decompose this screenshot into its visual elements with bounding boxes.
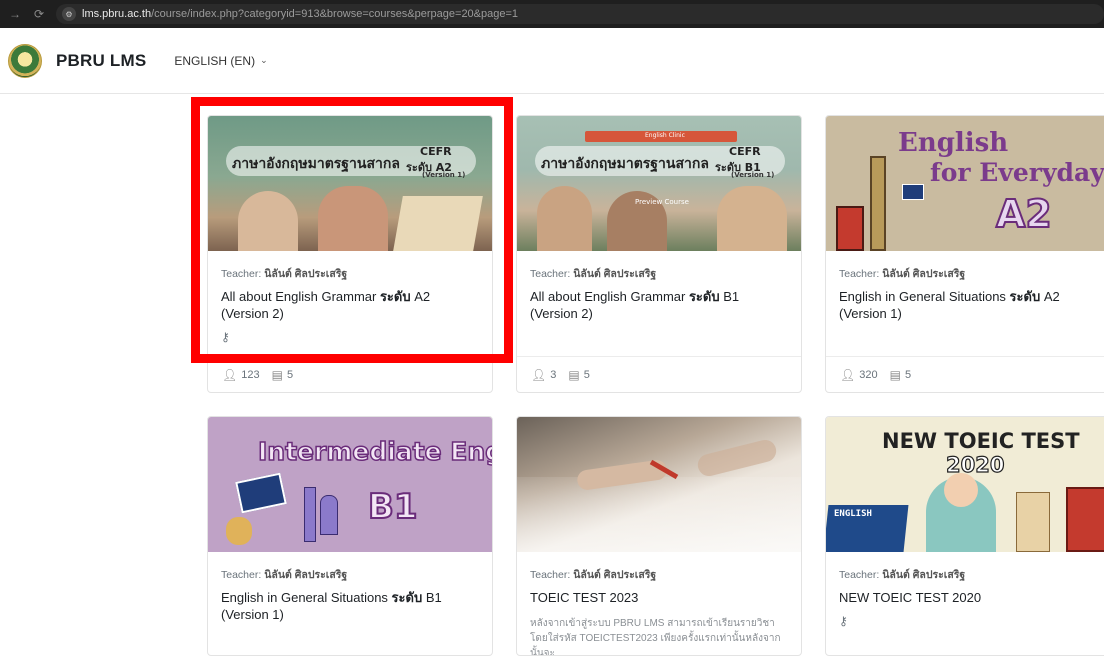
building-illustration — [1016, 492, 1050, 552]
course-title[interactable]: English in General Situations ระดับ B1 (… — [221, 589, 479, 623]
image-line1: English — [898, 128, 1009, 158]
course-stats: 👤︎ 123 ▤ 5 — [208, 356, 492, 392]
course-title[interactable]: TOEIC TEST 2023 — [530, 589, 788, 606]
image-version: (Version 1) — [731, 171, 775, 179]
student-figure — [717, 186, 787, 251]
course-image[interactable]: NEW TOEIC TEST 2020 ENGLISH — [826, 417, 1104, 552]
course-title[interactable]: English in General Situations ระดับ A2 (… — [839, 288, 1101, 322]
image-line3: A2 — [995, 191, 1053, 237]
course-teacher: Teacher: นิลันต์ ศิลประเสริฐ — [839, 268, 966, 280]
image-level: CEFR — [729, 145, 761, 158]
student-count: 123 — [241, 368, 260, 381]
red-bus — [836, 206, 864, 251]
site-brand[interactable]: PBRU LMS — [56, 51, 146, 71]
image-title: ภาษาอังกฤษมาตรฐานสากล — [541, 156, 709, 172]
image-level: CEFR — [420, 145, 452, 158]
course-card[interactable]: English Clinic ภาษาอังกฤษมาตรฐานสากล CEF… — [516, 115, 802, 393]
key-icon: ⚷ — [221, 330, 230, 344]
student-figure — [537, 186, 592, 251]
forum-icon: ▤ — [889, 367, 901, 382]
course-title[interactable]: NEW TOEIC TEST 2020 — [839, 589, 1101, 606]
image-version: (Version 1) — [422, 171, 466, 179]
course-card[interactable]: ภาษาอังกฤษมาตรฐานสากล CEFR ระดับ A2 (Ver… — [207, 115, 493, 393]
course-card[interactable]: English for Everyday Life A2 Teacher: นิ… — [825, 115, 1104, 393]
key-icon: ⚷ — [839, 614, 848, 628]
course-title[interactable]: All about English Grammar ระดับ A2 (Vers… — [221, 288, 479, 322]
course-teacher: Teacher: นิลันต์ ศิลประเสริฐ — [530, 268, 657, 280]
phone-booth — [320, 495, 338, 535]
course-teacher: Teacher: นิลันต์ ศิลประเสริฐ — [530, 569, 657, 581]
forum-icon: ▤ — [568, 367, 580, 382]
course-card[interactable]: NEW TOEIC TEST 2020 ENGLISH Teacher: นิล… — [825, 416, 1104, 656]
student-figure — [318, 186, 388, 251]
image-line2: for Everyday Life — [930, 158, 1104, 187]
university-logo[interactable] — [8, 43, 42, 78]
character-face — [944, 473, 978, 507]
image-title: ภาษาอังกฤษมาตรฐานสากล — [232, 156, 400, 172]
book-label: ENGLISH — [834, 509, 872, 519]
user-icon: 👤︎ — [531, 367, 547, 382]
chevron-down-icon: ⌄ — [260, 55, 268, 65]
hand-illustration — [695, 437, 779, 479]
uk-flag — [235, 472, 287, 514]
language-menu[interactable]: ENGLISH (EN) ⌄ — [174, 54, 267, 68]
student-count: 3 — [550, 368, 557, 381]
course-image[interactable]: ภาษาอังกฤษมาตรฐานสากล CEFR ระดับ A2 (Ver… — [208, 116, 492, 251]
url-text: lms.pbru.ac.th/course/index.php?category… — [82, 8, 519, 20]
site-info-icon[interactable]: ⚙ — [62, 7, 76, 21]
course-teacher: Teacher: นิลันต์ ศิลประเสริฐ — [221, 268, 348, 280]
user-icon: 👤︎ — [222, 367, 238, 382]
forum-icon: ▤ — [271, 367, 283, 382]
big-ben-tower — [870, 156, 886, 251]
desk-surface — [517, 477, 801, 552]
course-image[interactable]: English for Everyday Life A2 — [826, 116, 1104, 251]
image-line1: Intermediate English — [257, 436, 492, 467]
course-image[interactable]: English Clinic ภาษาอังกฤษมาตรฐานสากล CEF… — [517, 116, 801, 251]
uk-flag — [902, 184, 924, 200]
course-teacher: Teacher: นิลันต์ ศิลประเสริฐ — [221, 569, 348, 581]
student-figure — [238, 191, 298, 251]
course-image[interactable] — [517, 417, 801, 552]
course-stats: 👤︎ 3 ▤ 5 — [517, 356, 801, 392]
post-count: 5 — [904, 368, 912, 381]
course-teacher: Teacher: นิลันต์ ศิลประเสริฐ — [839, 569, 966, 581]
post-count: 5 — [286, 368, 294, 381]
character-figure — [226, 517, 252, 545]
course-list: ภาษาอังกฤษมาตรฐานสากล CEFR ระดับ A2 (Ver… — [0, 95, 1104, 656]
course-image[interactable]: Intermediate English B1 — [208, 417, 492, 552]
open-book — [393, 196, 483, 251]
course-card[interactable]: Teacher: นิลันต์ ศิลประเสริฐ TOEIC TEST … — [516, 416, 802, 656]
image-banner-text: English Clinic — [645, 132, 685, 139]
phone-booth — [1066, 487, 1104, 552]
course-title[interactable]: All about English Grammar ระดับ B1 (Vers… — [530, 288, 788, 322]
preview-course-label[interactable]: Preview Course — [635, 198, 689, 206]
course-stats: 👤︎ 320 ▤ 5 — [826, 356, 1104, 392]
image-line2: B1 — [367, 486, 419, 528]
user-icon: 👤︎ — [840, 367, 856, 382]
post-count: 5 — [583, 368, 590, 381]
course-summary: หลังจากเข้าสู่ระบบ PBRU LMS สามารถเข้าเร… — [530, 618, 781, 656]
course-card[interactable]: Intermediate English B1 Teacher: นิลันต์… — [207, 416, 493, 656]
browser-toolbar: → ⟳ ⚙ lms.pbru.ac.th/course/index.php?ca… — [0, 0, 1104, 28]
image-line1: NEW TOEIC TEST — [882, 429, 1080, 453]
tower-illustration — [304, 487, 316, 542]
forward-icon[interactable]: → — [8, 7, 22, 21]
site-navbar: PBRU LMS ENGLISH (EN) ⌄ — [0, 28, 1104, 94]
student-count: 320 — [859, 368, 878, 381]
reload-icon[interactable]: ⟳ — [32, 7, 46, 21]
address-bar[interactable]: ⚙ lms.pbru.ac.th/course/index.php?catego… — [56, 4, 1104, 24]
